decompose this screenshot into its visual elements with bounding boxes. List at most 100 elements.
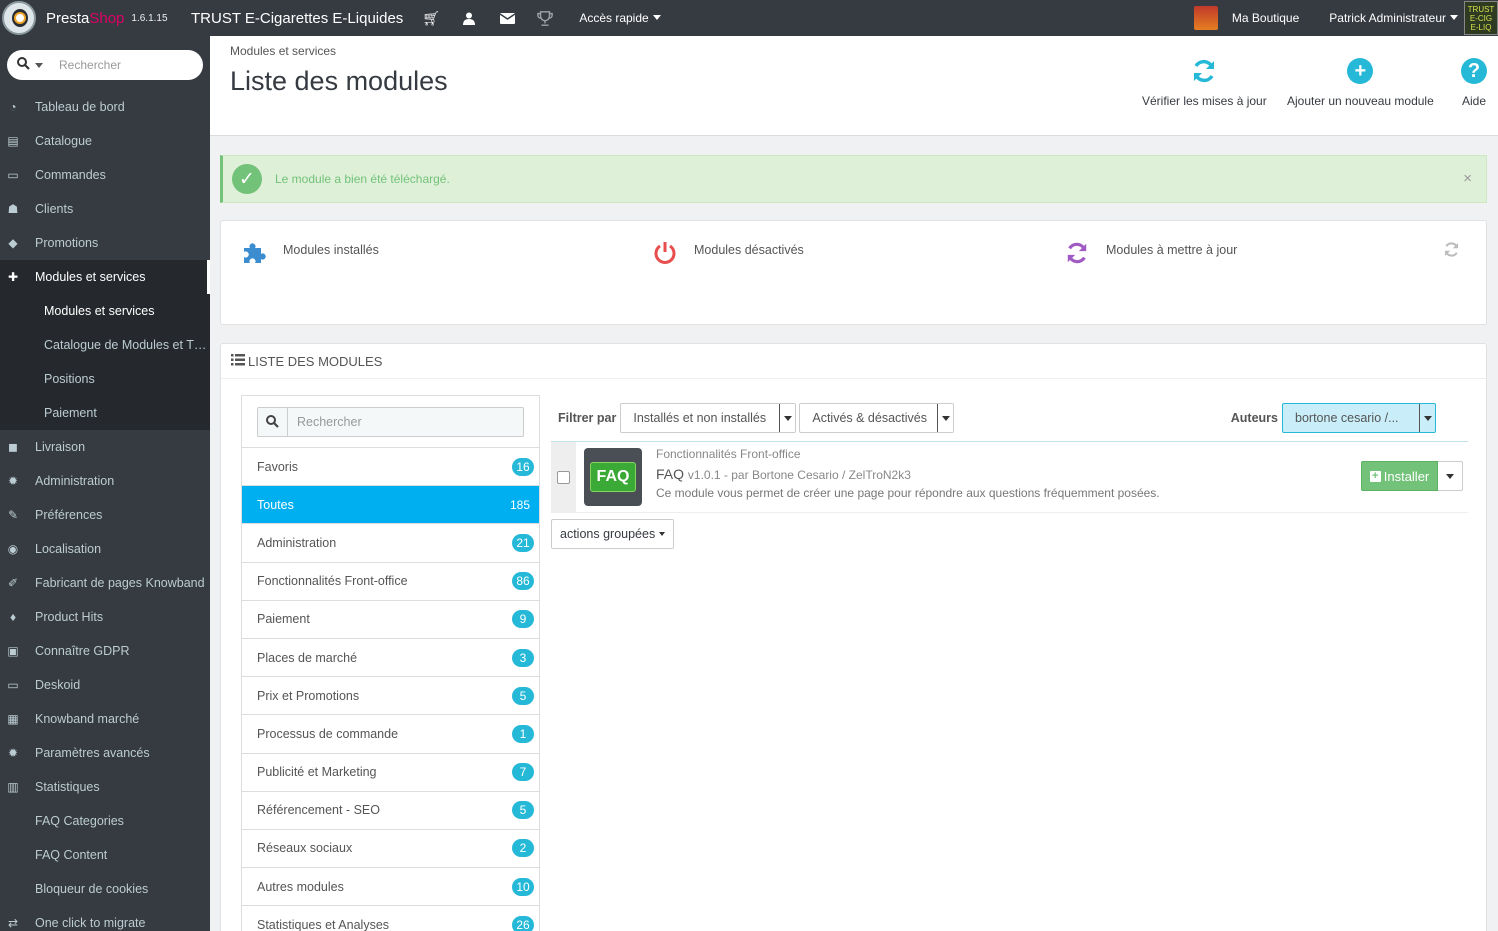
sidebar-subitem[interactable]: Catalogue de Modules et T… — [0, 328, 210, 362]
credit-card-icon: ▭ — [7, 168, 19, 182]
sidebar-search-input[interactable]: Rechercher — [59, 58, 121, 72]
sidebar-item-label: Clients — [35, 202, 74, 216]
add-module-button[interactable]: + Ajouter un nouveau module — [1287, 58, 1434, 108]
bulk-actions-button[interactable]: actions groupées — [551, 519, 675, 549]
sidebar-item-clients[interactable]: ☗ Clients — [0, 192, 210, 226]
help-label: Aide — [1461, 94, 1487, 108]
stat-to-update-label: Modules à mettre à jour — [1106, 243, 1238, 257]
book-icon: ▤ — [7, 134, 19, 148]
user-icon[interactable] — [461, 10, 477, 26]
stat-to-update[interactable]: Modules à mettre à jour — [1064, 240, 1237, 266]
flask-icon: ♦ — [9, 610, 17, 624]
help-button[interactable]: ? Aide — [1461, 58, 1487, 108]
sidebar-item-product-hits[interactable]: ♦ Product Hits — [0, 600, 210, 634]
plus-square-icon: + — [1369, 470, 1381, 482]
sidebar-item-label: Paramètres avancés — [35, 746, 150, 760]
category-count-badge: 7 — [512, 763, 534, 782]
search-icon — [258, 407, 288, 436]
category-item[interactable]: Autres modules 10 — [242, 868, 539, 907]
module-checkbox[interactable] — [557, 471, 570, 484]
active-state-select[interactable]: Activés & désactivés — [799, 403, 955, 433]
category-item[interactable]: Publicité et Marketing 7 — [242, 754, 539, 792]
authors-select[interactable]: bortone cesario /... — [1282, 403, 1436, 433]
category-count-badge: 5 — [512, 686, 534, 705]
sidebar-item-connaitre-gdpr[interactable]: ▣ Connaître GDPR — [0, 634, 210, 668]
cogs-icon: ✹ — [7, 746, 19, 760]
employee-menu[interactable]: Patrick Administrateur — [1329, 11, 1458, 25]
modules-list-panel: LISTE DES MODULES Rechercher Favoris 16 To… — [220, 343, 1487, 931]
prestashop-logo[interactable]: PrestaShop 1.6.1.15 — [0, 1, 188, 35]
sidebar-item-faq-content[interactable]: FAQ Content — [0, 838, 210, 872]
category-label: Statistiques et Analyses — [257, 917, 390, 931]
category-item[interactable]: Prix et Promotions 5 — [242, 677, 539, 716]
sidebar-search[interactable]: Rechercher — [7, 50, 203, 80]
sidebar-item-label: Livraison — [35, 440, 86, 454]
check-updates-label: Vérifier les mises à jour — [1142, 94, 1267, 108]
sidebar-item-commandes[interactable]: ▭ Commandes — [0, 158, 210, 192]
category-item[interactable]: Paiement 9 — [242, 601, 539, 639]
sidebar-item-catalogue[interactable]: ▤ Catalogue — [0, 124, 210, 158]
sidebar-menu: ◔ Tableau de bord ▤ Catalogue ▭ Commandes ☗ Cli… — [0, 90, 210, 931]
sidebar-subitem[interactable]: Positions — [0, 362, 210, 396]
sidebar-subitem[interactable]: Modules et services — [0, 294, 210, 328]
chevron-down-icon[interactable] — [35, 62, 43, 68]
category-item[interactable]: Favoris 16 — [242, 448, 539, 487]
sidebar-item-fabricant-de-pages-knowband[interactable]: ✐ Fabricant de pages Knowband — [0, 566, 210, 600]
install-dropdown-toggle[interactable] — [1438, 461, 1463, 491]
sidebar-item-knowband-marche[interactable]: ▦ Knowband marché — [0, 702, 210, 736]
sidebar-item-livraison[interactable]: ◼ Livraison — [0, 430, 210, 464]
sidebar-item-deskoid[interactable]: ▭ Deskoid — [0, 668, 210, 702]
sidebar-item-modules-et-services[interactable]: ✚ Modules et services — [0, 260, 210, 294]
module-description: Ce module vous permet de créer une page … — [656, 486, 1160, 500]
module-category: Fonctionnalités Front-office — [656, 447, 801, 461]
check-updates-button[interactable]: Vérifier les mises à jour — [1142, 58, 1267, 108]
shop-avatar[interactable] — [1193, 6, 1218, 30]
my-shop-link[interactable]: Ma Boutique — [1232, 11, 1299, 25]
sidebar-item-label: Préférences — [35, 508, 103, 522]
category-search: Rechercher — [242, 396, 539, 448]
category-item[interactable]: Places de marché 3 — [242, 639, 539, 678]
category-search-input[interactable]: Rechercher — [297, 415, 362, 429]
trophy-icon[interactable] — [537, 10, 554, 26]
panel-heading-label: LISTE DES MODULES — [248, 353, 383, 369]
category-item[interactable]: Statistiques et Analyses 26 — [242, 906, 539, 931]
sidebar-item-localisation[interactable]: ◉ Localisation — [0, 532, 210, 566]
stat-disabled-label: Modules désactivés — [694, 243, 804, 257]
stat-disabled[interactable]: Modules désactivés — [652, 240, 804, 266]
quick-access-menu[interactable]: Accès rapide — [579, 11, 660, 25]
edit-icon: ✐ — [7, 576, 19, 590]
sidebar-item-statistiques[interactable]: ▥ Statistiques — [0, 770, 210, 804]
sidebar-item-parametres-avances[interactable]: ✹ Paramètres avancés — [0, 736, 210, 770]
category-count-badge: 185 — [505, 495, 534, 514]
sidebar-item-one-click-to-migrate[interactable]: ⇄ One click to migrate — [0, 906, 210, 931]
install-state-select[interactable]: Installés et non installés — [620, 403, 797, 433]
category-item[interactable]: Référencement - SEO 5 — [242, 792, 539, 830]
breadcrumb[interactable]: Modules et services — [230, 44, 336, 58]
sidebar-item-tableau-de-bord[interactable]: ◔ Tableau de bord — [0, 90, 210, 124]
modules-stats-panel: Modules installés Modules désactivés Mod… — [220, 220, 1487, 325]
shop-name[interactable]: TRUST E-Cigarettes E-Liquides — [191, 10, 403, 27]
page-header: Modules et services Liste des modules Vé… — [210, 36, 1498, 136]
category-item[interactable]: Fonctionnalités Front-office 86 — [242, 563, 539, 601]
stat-installed[interactable]: Modules installés — [241, 240, 379, 266]
puzzle-icon — [241, 240, 267, 266]
refresh-icon[interactable] — [1443, 241, 1460, 263]
active-state-value: Activés & désactivés — [812, 411, 927, 425]
category-item[interactable]: Processus de commande 1 — [242, 715, 539, 754]
cart-icon[interactable]: 🛒︎ — [422, 10, 440, 26]
category-item[interactable]: Réseaux sociaux 2 — [242, 830, 539, 869]
close-icon[interactable]: × — [1463, 170, 1472, 187]
install-button[interactable]: + Installer — [1361, 461, 1438, 491]
category-item[interactable]: Toutes 185 — [242, 486, 539, 525]
sidebar-item-preferences[interactable]: ✎ Préférences — [0, 498, 210, 532]
sidebar-subitem[interactable]: Paiement — [0, 396, 210, 430]
sidebar-item-promotions[interactable]: ◆ Promotions — [0, 226, 210, 260]
category-item[interactable]: Administration 21 — [242, 524, 539, 563]
sidebar-item-bloqueur-de-cookies[interactable]: Bloqueur de cookies — [0, 872, 210, 906]
sidebar-item-administration[interactable]: ✹ Administration — [0, 464, 210, 498]
archive-icon: ▦ — [7, 712, 19, 726]
sidebar-item-faq-categories[interactable]: FAQ Categories — [0, 804, 210, 838]
category-search-field[interactable]: Rechercher — [257, 406, 524, 437]
install-state-value: Installés et non installés — [633, 411, 767, 425]
envelope-icon[interactable] — [499, 10, 515, 26]
